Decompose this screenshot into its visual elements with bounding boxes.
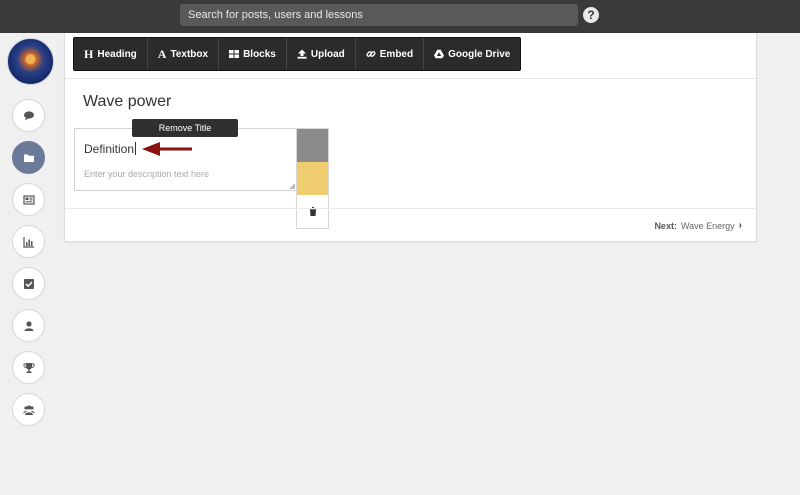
lesson-card: H Heading A Textbox Blocks Upload Embed … <box>64 33 757 242</box>
heading-icon: H <box>84 46 94 61</box>
blocks-button[interactable]: Blocks <box>219 38 287 70</box>
annotation-arrow <box>142 142 192 156</box>
checkbox-icon <box>23 278 34 289</box>
next-lesson-link[interactable]: Next: Wave Energy › <box>654 220 742 231</box>
blocks-icon <box>229 50 240 58</box>
footer-divider <box>65 208 756 209</box>
folder-icon <box>23 154 34 162</box>
description-field[interactable]: Enter your description text here <box>84 169 209 179</box>
textbox-button[interactable]: A Textbox <box>148 38 220 70</box>
chevron-right-icon: › <box>738 220 742 231</box>
heading-field[interactable]: Definition <box>84 142 137 156</box>
sidebar-item-folder[interactable] <box>12 141 45 174</box>
search-input[interactable]: Search for posts, users and lessons <box>180 4 578 26</box>
help-icon[interactable]: ? <box>583 7 599 23</box>
editor-toolbar: H Heading A Textbox Blocks Upload Embed … <box>73 37 522 71</box>
google-drive-button[interactable]: Google Drive <box>424 38 520 70</box>
delete-block-button[interactable] <box>297 195 328 228</box>
upload-button[interactable]: Upload <box>287 38 356 70</box>
remove-title-tooltip: Remove Title <box>132 119 238 137</box>
text-caret <box>135 142 137 155</box>
sidebar-item-stats[interactable] <box>12 225 45 258</box>
sidebar-item-newspaper[interactable] <box>12 183 45 216</box>
heading-button[interactable]: H Heading <box>74 38 148 70</box>
trophy-icon <box>23 362 34 373</box>
user-icon <box>24 320 33 331</box>
chat-icon <box>23 110 34 120</box>
embed-button[interactable]: Embed <box>356 38 425 70</box>
sidebar-item-profile[interactable] <box>12 309 45 342</box>
heading-block-editor[interactable]: Definition Enter your description text h… <box>74 128 297 191</box>
link-icon <box>366 51 376 57</box>
resize-handle[interactable] <box>289 183 295 189</box>
next-label: Next: <box>654 220 677 231</box>
font-icon: A <box>157 46 167 61</box>
top-bar: Search for posts, users and lessons ? <box>0 0 800 33</box>
color-swatch-yellow[interactable] <box>297 162 328 195</box>
sidebar-item-tasks[interactable] <box>12 267 45 300</box>
sidebar-item-chat[interactable] <box>12 99 45 132</box>
newspaper-icon <box>22 194 35 205</box>
upload-icon <box>297 49 307 59</box>
sidebar-item-groups[interactable] <box>12 393 45 426</box>
color-swatch-gray[interactable] <box>297 129 328 162</box>
page-title: Wave power <box>83 93 172 110</box>
next-lesson-title: Wave Energy <box>680 220 735 231</box>
sidebar-item-achievements[interactable] <box>12 351 45 384</box>
avatar[interactable] <box>7 38 54 85</box>
google-drive-icon <box>434 49 445 59</box>
block-options <box>296 128 329 229</box>
bar-chart-icon <box>22 236 34 248</box>
group-icon <box>22 405 35 415</box>
toolbar-divider <box>65 78 756 79</box>
